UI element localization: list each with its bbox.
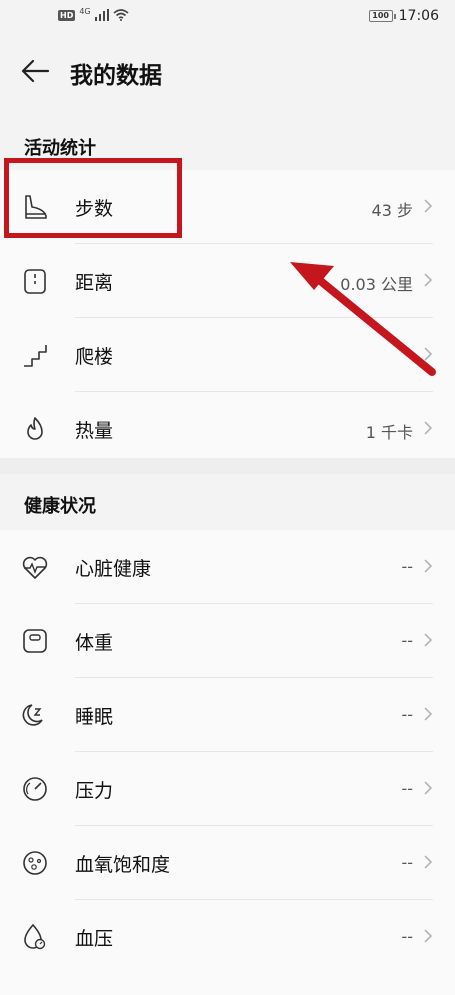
health-list: 心脏健康 -- 体重 -- 睡眠 -- 压力 -- 血氧饱和度 -- 血压 -- (0, 530, 455, 995)
chevron-right-icon (424, 707, 433, 721)
list-item-blood-pressure[interactable]: 血压 -- (0, 900, 455, 974)
battery-icon: 100 (368, 10, 396, 22)
app-header: 我的数据 (0, 36, 455, 108)
chevron-right-icon (424, 633, 433, 647)
list-item-distance[interactable]: 距离 0.03 公里 (0, 244, 455, 318)
list-item-value: -- (401, 927, 413, 946)
list-item-value: -- (401, 853, 413, 872)
stairs-icon (24, 345, 47, 367)
list-item-stress[interactable]: 压力 -- (0, 752, 455, 826)
list-item-sleep[interactable]: 睡眠 -- (0, 678, 455, 752)
section-title-health: 健康状况 (24, 496, 96, 517)
list-item-label: 爬楼 (75, 346, 114, 368)
list-item-value: 0.03 公里 (340, 275, 413, 294)
chevron-right-icon (424, 855, 433, 869)
list-item-calories[interactable]: 热量 1 千卡 (0, 392, 455, 466)
list-item-value: 43 步 (371, 201, 413, 220)
list-item-heart-health[interactable]: 心脏健康 -- (0, 530, 455, 604)
list-item-label: 热量 (75, 420, 114, 442)
section-title-activity: 活动统计 (24, 138, 96, 159)
list-item-weight[interactable]: 体重 -- (0, 604, 455, 678)
network-type: 4G (79, 6, 91, 16)
chevron-right-icon (424, 199, 433, 213)
list-item-label: 血压 (75, 928, 114, 950)
heart-rate-icon (22, 556, 48, 579)
page-title: 我的数据 (70, 63, 162, 89)
blood-oxygen-icon (23, 851, 47, 875)
sleep-moon-icon (22, 704, 43, 726)
chevron-right-icon (424, 421, 433, 435)
annotation-highlight-box (4, 158, 182, 238)
weight-scale-icon (23, 629, 47, 653)
section-gap (0, 458, 455, 474)
list-item-value: -- (401, 779, 413, 798)
status-left: HD 4G (58, 6, 129, 21)
list-item-label: 体重 (75, 632, 114, 654)
list-item-value: -- (401, 557, 413, 576)
list-item-label: 压力 (75, 780, 114, 802)
chevron-right-icon (424, 347, 433, 361)
hd-badge: HD (58, 9, 76, 21)
chevron-right-icon (424, 781, 433, 795)
list-item-label: 血氧饱和度 (75, 854, 171, 876)
status-bar: HD 4G 100 17:06 (0, 0, 455, 36)
status-right: 100 17:06 (368, 8, 439, 24)
wifi-icon (113, 9, 129, 21)
list-item-label: 心脏健康 (75, 558, 152, 580)
list-item-label: 睡眠 (75, 706, 114, 728)
list-item-value: -- (401, 631, 413, 650)
chevron-right-icon (424, 929, 433, 943)
calorie-flame-icon (27, 417, 43, 440)
chevron-right-icon (424, 273, 433, 287)
pressure-gauge-icon (23, 777, 47, 801)
chevron-right-icon (424, 559, 433, 573)
signal-icon (94, 9, 109, 21)
list-item-label: 距离 (75, 272, 114, 294)
list-item-blood-oxygen[interactable]: 血氧饱和度 -- (0, 826, 455, 900)
distance-icon (24, 269, 46, 294)
list-item-stairs[interactable]: 爬楼 (0, 318, 455, 392)
back-arrow-icon (21, 59, 50, 83)
status-time: 17:06 (398, 8, 439, 24)
back-button[interactable] (18, 54, 52, 88)
list-item-value: -- (401, 705, 413, 724)
list-item-value: 1 千卡 (365, 423, 413, 442)
blood-pressure-drop-icon (24, 923, 46, 950)
